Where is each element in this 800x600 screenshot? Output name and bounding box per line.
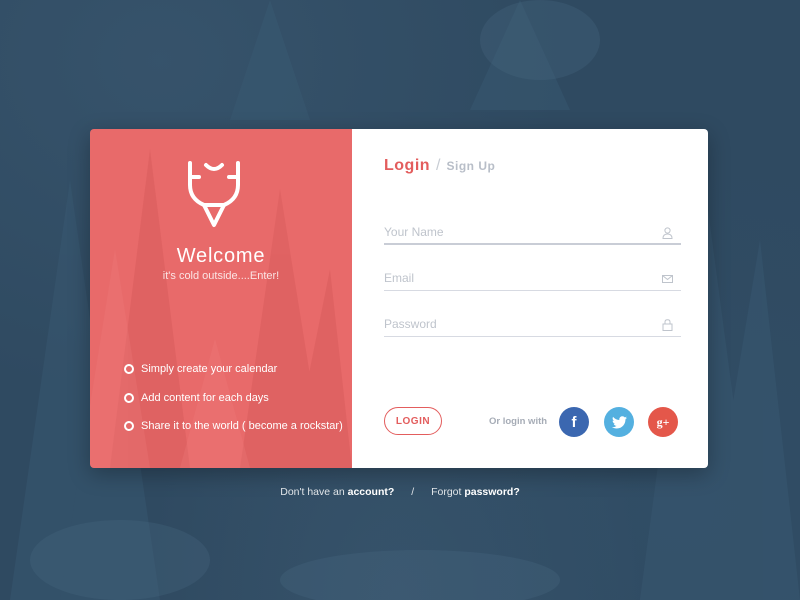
lock-icon [662,319,673,331]
forgot-text: Forgot [431,486,465,498]
feature-text: Simply create your calendar [141,363,278,376]
tab-login[interactable]: Login [384,157,430,175]
circle-bullet-icon [124,421,134,432]
tab-separator: / [436,157,441,174]
googleplus-button[interactable]: g+ [648,407,678,437]
feature-list: Simply create your calendar Add content … [124,355,343,441]
circle-bullet-icon [124,392,134,403]
antlers-logo-icon [188,161,240,227]
circle-bullet-icon [124,364,134,375]
feature-text: Share it to the world ( become a rocksta… [141,420,343,433]
password-input[interactable] [384,313,654,335]
facebook-icon: f [571,413,577,431]
tab-signup[interactable]: Sign Up [447,159,496,173]
googleplus-icon: g+ [656,414,670,429]
feature-item: Share it to the world ( become a rocksta… [124,412,343,441]
welcome-panel: Welcome it's cold outside....Enter! Simp… [90,129,352,468]
name-input[interactable] [384,221,654,243]
password-field [384,313,681,337]
feature-text: Add content for each days [141,391,269,404]
email-field [384,267,681,291]
facebook-button[interactable]: f [559,407,589,437]
twitter-button[interactable] [604,407,634,437]
auth-panel: Login / Sign Up LOGIN O [352,129,708,468]
mail-icon [662,275,673,283]
user-icon [662,227,673,239]
feature-item: Simply create your calendar [124,355,343,384]
email-input[interactable] [384,267,654,289]
name-field [384,221,681,245]
no-account-text: Don't have an [280,486,348,498]
twitter-icon [611,415,627,428]
forgot-password-link[interactable]: password? [464,486,519,498]
feature-item: Add content for each days [124,384,343,413]
auth-tabs: Login / Sign Up [384,157,495,175]
login-card: Welcome it's cold outside....Enter! Simp… [90,129,708,468]
footer-links: Don't have an account? / Forgot password… [0,486,800,498]
footer-separator: / [411,486,415,498]
login-button[interactable]: LOGIN [384,407,442,435]
welcome-subtitle: it's cold outside....Enter! [162,270,280,282]
account-link[interactable]: account? [348,486,395,498]
or-login-label: Or login with [489,416,548,427]
welcome-title: Welcome [176,245,266,267]
